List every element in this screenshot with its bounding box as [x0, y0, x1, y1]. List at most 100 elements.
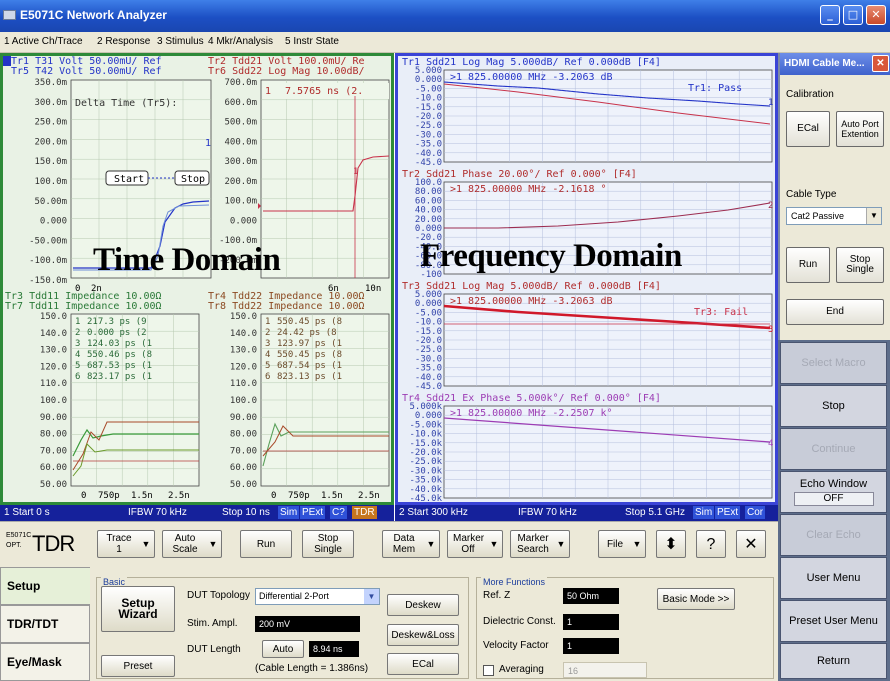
ecal-button[interactable]: ECal: [786, 111, 830, 147]
close-toolbar-icon[interactable]: ✕: [736, 530, 766, 558]
marker-search-button[interactable]: Marker Search ▼: [510, 530, 570, 558]
freq-marker-tr1: >1 825.00000 MHz -3.2063 dB: [450, 72, 613, 83]
file-label: File: [606, 538, 624, 550]
ch1-badge-sim: Sim: [278, 506, 300, 519]
toolbar-run-button[interactable]: Run: [240, 530, 292, 558]
ch2-ifbw: IFBW 70 kHz: [518, 507, 577, 518]
y-tick-label: 70.00: [40, 446, 67, 456]
stim-ampl-field[interactable]: 200 mV: [255, 616, 360, 632]
delta-marker-text: 7.5765 ns (2.: [285, 86, 363, 97]
basic-ecal-button[interactable]: ECal: [387, 653, 459, 675]
velocity-factor-field[interactable]: 1: [563, 638, 619, 654]
y-tick-label: 400.0m: [224, 137, 257, 147]
delta-time-label: Delta Time (Tr5):: [75, 98, 177, 109]
dut-topology-select[interactable]: Differential 2-Port ▼: [255, 588, 380, 605]
marker-readout: 550.46 ps (8: [87, 350, 152, 360]
setup-wizard-button[interactable]: Setup Wizard: [101, 586, 175, 632]
ref-z-field[interactable]: 50 Ohm: [563, 588, 619, 604]
auto-port-extension-button[interactable]: Auto Port Extention: [836, 111, 884, 147]
softkey-clear-echo[interactable]: Clear Echo: [780, 514, 887, 556]
deskew-loss-button[interactable]: Deskew&Loss: [387, 624, 459, 646]
ch2-start: 2 Start 300 kHz: [399, 507, 468, 518]
averaging-field[interactable]: 16: [563, 662, 647, 678]
averaging-checkbox[interactable]: [483, 665, 494, 676]
marker-readout: 823.13 ps (1: [277, 372, 342, 382]
updown-icon[interactable]: ⬍: [656, 530, 686, 558]
softkey-user-menu[interactable]: User Menu: [780, 557, 887, 599]
y-tick-label: 130.0: [40, 346, 67, 356]
menu-mkr-analysis[interactable]: 4 Mkr/Analysis: [208, 36, 273, 47]
y-tick-label: 120.0: [40, 362, 67, 372]
basic-mode-button[interactable]: Basic Mode >>: [657, 588, 735, 610]
tab-setup[interactable]: Setup: [0, 567, 90, 605]
chevron-down-icon: ▼: [632, 538, 642, 549]
dielectric-const-field[interactable]: 1: [563, 614, 619, 630]
data-mem-button[interactable]: Data Mem ▼: [382, 530, 440, 558]
menu-active-ch-trace[interactable]: 1 Active Ch/Trace: [4, 36, 83, 47]
toolbar-stop-single-button[interactable]: Stop Single: [302, 530, 354, 558]
dut-length-field[interactable]: 8.94 ns: [309, 641, 359, 657]
calibration-label: Calibration: [786, 89, 834, 100]
y-tick-label: 140.0: [230, 329, 257, 339]
preset-button[interactable]: Preset: [101, 655, 175, 677]
side-stop-single-button[interactable]: Stop Single: [836, 247, 884, 283]
softkey-continue[interactable]: Continue: [780, 428, 887, 470]
app-icon: [3, 10, 16, 20]
softkey-stop[interactable]: Stop: [780, 385, 887, 427]
logo-opt: OPT.: [6, 542, 22, 549]
dut-length-auto-button[interactable]: Auto: [262, 640, 304, 658]
y-tick-label: 200.0m: [224, 177, 257, 187]
y-tick-label: 100.0: [230, 396, 257, 406]
y-tick-label: -45.0: [415, 158, 442, 168]
cable-type-label: Cable Type: [786, 189, 837, 200]
y-tick-label: 700.0m: [224, 78, 257, 88]
lower-left-plot: 150.0 140.0 130.0 120.0 110.0 100.0 90.00 80.00…: [40, 312, 200, 501]
data-mem-label: Data Mem: [392, 533, 416, 555]
y-tick-label: 140.0: [40, 329, 67, 339]
marker-readout: 0.000 ps (2: [87, 328, 147, 338]
file-button[interactable]: File ▼: [598, 530, 646, 558]
active-trace-indicator: [3, 56, 11, 66]
marker-index: 4: [265, 350, 270, 360]
marker-end-tr4: 4: [768, 439, 773, 449]
side-run-button[interactable]: Run: [786, 247, 830, 283]
chevron-down-icon[interactable]: ▼: [364, 589, 379, 604]
softkey-echo-window[interactable]: Echo Window OFF: [780, 471, 887, 513]
softkey-return[interactable]: Return: [780, 643, 887, 679]
trace-button[interactable]: Trace 1 ▼: [97, 530, 155, 558]
start-marker-label: Start: [114, 174, 144, 185]
cable-type-select[interactable]: Cat2 Passive ▼: [786, 207, 882, 225]
marker-off-button[interactable]: Marker Off ▼: [447, 530, 503, 558]
close-button[interactable]: ✕: [866, 5, 886, 25]
marker-index: 3: [75, 339, 80, 349]
y-tick-label: 130.0: [230, 346, 257, 356]
softkey-select-macro[interactable]: Select Macro: [780, 342, 887, 384]
ll-x-2.5n: 2.5n: [168, 491, 190, 501]
deskew-button[interactable]: Deskew: [387, 594, 459, 616]
maximize-button[interactable]: □: [843, 5, 863, 25]
minimize-button[interactable]: _: [820, 5, 840, 25]
tab-eye-mask[interactable]: Eye/Mask: [0, 643, 90, 681]
chevron-down-icon[interactable]: ▼: [866, 208, 881, 224]
ll-x-750p: 750p: [98, 491, 120, 501]
menu-instr-state[interactable]: 5 Instr State: [285, 36, 339, 47]
menu-response[interactable]: 2 Response: [97, 36, 150, 47]
setup-area: Setup TDR/TDT Eye/Mask Basic Setup Wizar…: [0, 565, 778, 681]
menu-stimulus[interactable]: 3 Stimulus: [157, 36, 204, 47]
end-button[interactable]: End: [786, 299, 884, 325]
stim-ampl-label: Stim. Ampl.: [187, 618, 238, 629]
fail-badge-tr3: Tr3: Fail: [694, 307, 748, 318]
help-icon[interactable]: ?: [696, 530, 726, 558]
auto-scale-button[interactable]: Auto Scale ▼: [162, 530, 222, 558]
stop-marker-label: Stop: [181, 174, 205, 185]
menu-bar: 1 Active Ch/Trace 2 Response 3 Stimulus …: [0, 32, 890, 53]
y-tick-label: 500.0m: [224, 118, 257, 128]
marker-readout: 550.45 ps (8: [277, 350, 342, 360]
ref-z-label: Ref. Z: [483, 590, 511, 601]
side-panel-close-icon[interactable]: ✕: [872, 55, 889, 72]
tab-tdr-tdt[interactable]: TDR/TDT: [0, 605, 90, 643]
y-tick-label: -150.0m: [29, 276, 67, 286]
dut-topology-label: DUT Topology: [187, 590, 250, 601]
lower-right-plot: 150.0 140.0 130.0 120.0 110.0 100.0 90.00 80.00…: [230, 312, 390, 501]
softkey-preset-user-menu[interactable]: Preset User Menu: [780, 600, 887, 642]
